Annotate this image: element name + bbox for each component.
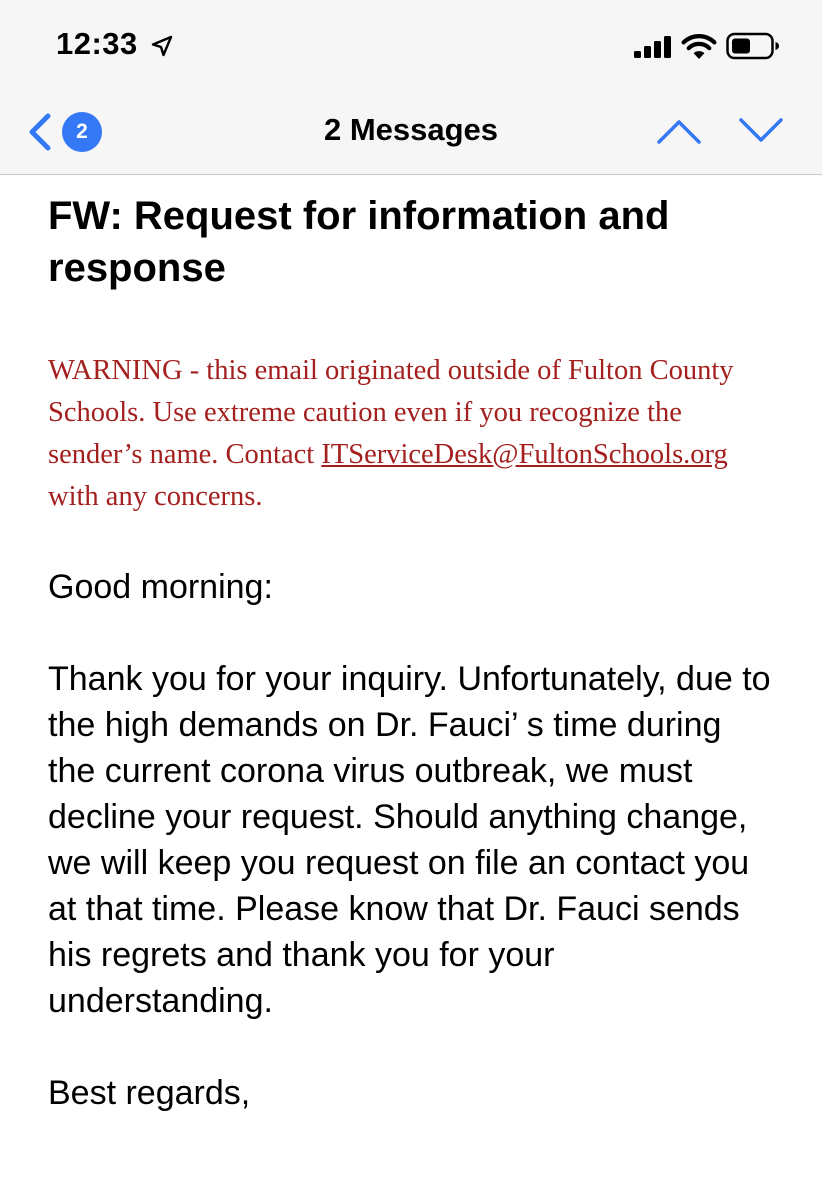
email-content: FW: Request for information and response… (48, 190, 788, 1116)
email-signoff: Best regards, (48, 1074, 251, 1112)
external-email-warning: WARNING - this email originated outside … (48, 350, 768, 518)
chevron-down-icon[interactable] (736, 110, 786, 150)
status-time: 12:33 (56, 26, 138, 61)
status-bar: 12:33 (0, 0, 822, 88)
email-subject: FW: Request for information and response (48, 194, 670, 290)
email-greeting: Good morning: (48, 568, 273, 606)
battery-icon (726, 32, 779, 60)
warning-text-end: with any concerns. (48, 481, 263, 512)
wifi-icon (681, 34, 717, 59)
chevron-up-icon[interactable] (654, 110, 704, 150)
it-service-desk-link[interactable]: ITServiceDesk@FultonSchools.org (321, 439, 727, 470)
email-body-paragraph: Thank you for your inquiry. Unfortunatel… (48, 660, 771, 1020)
location-arrow-icon (151, 35, 173, 57)
navigation-bar: 2 2 Messages (0, 88, 822, 175)
cellular-signal-icon (634, 36, 671, 58)
